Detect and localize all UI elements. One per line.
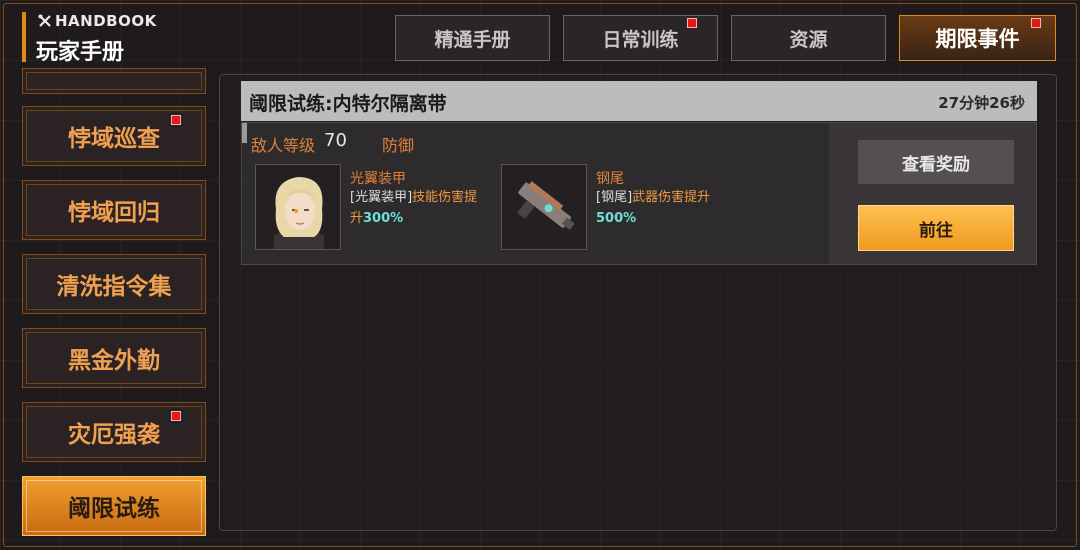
page-title: 玩家手册	[36, 40, 125, 65]
tab-label: 精通手册	[434, 28, 511, 51]
notification-badge	[1031, 18, 1041, 28]
notification-badge	[687, 18, 697, 28]
sidebar-item-black-gold-field[interactable]: 黑金外勤	[22, 328, 206, 388]
tab-mastery-handbook[interactable]: 精通手册	[395, 15, 550, 61]
reward-description: [钢尾]武器伤害提升 500%	[596, 187, 746, 229]
notification-badge	[171, 115, 181, 125]
tab-limited-events[interactable]: 期限事件	[899, 15, 1056, 61]
event-timer: 27分钟26秒	[938, 94, 1025, 112]
sidebar-item-label: 清洗指令集	[56, 274, 172, 300]
event-type: 防御	[382, 136, 415, 155]
sidebar-item-calamity-assault[interactable]: 灾厄强袭	[22, 402, 206, 462]
reward-tag: [光翼装甲]	[350, 190, 413, 205]
tab-resources[interactable]: 资源	[731, 15, 886, 61]
notification-badge	[171, 411, 181, 421]
enemy-level-value: 70	[324, 130, 347, 151]
event-title: 阈限试练:内特尔隔离带	[249, 93, 447, 115]
sidebar-item-label: 阈限试练	[68, 496, 160, 522]
reward-name: 钢尾	[596, 171, 624, 187]
reward-name: 光翼装甲	[350, 171, 406, 187]
reward-portrait-character[interactable]	[255, 164, 341, 250]
reward-description: [光翼装甲]技能伤害提升300%	[350, 187, 490, 229]
brand-subtitle: HANDBOOK	[55, 12, 157, 30]
event-header: 阈限试练:内特尔隔离带 27分钟26秒	[241, 81, 1037, 121]
sidebar-item-anomaly-patrol[interactable]: 悖域巡查	[22, 106, 206, 166]
tab-label: 期限事件	[935, 27, 1020, 51]
sidebar-item-threshold-trial[interactable]: 阈限试练	[22, 476, 206, 536]
go-button[interactable]: 前往	[858, 205, 1014, 251]
reward-effect: 武器伤害提升	[632, 190, 711, 205]
reward-tag: [钢尾]	[596, 190, 633, 205]
sidebar-item-label: 悖域回归	[68, 200, 160, 226]
sidebar-item-partial[interactable]	[22, 68, 206, 94]
brand-subtitle-row: HANDBOOK	[38, 12, 157, 30]
tab-label: 资源	[789, 28, 828, 51]
sidebar-item-label: 灾厄强袭	[68, 422, 160, 448]
tab-label: 日常训练	[602, 28, 679, 51]
enemy-level-label: 敌人等级	[251, 136, 316, 155]
reward-percent: 300%	[363, 211, 404, 226]
reward-portrait-weapon[interactable]	[501, 164, 587, 250]
sidebar-item-purge-commands[interactable]: 清洗指令集	[22, 254, 206, 314]
view-rewards-button[interactable]: 查看奖励	[858, 140, 1014, 184]
sidebar-item-label: 黑金外勤	[68, 348, 160, 374]
reward-percent: 500%	[596, 211, 637, 226]
sidebar-item-label: 悖域巡查	[68, 126, 160, 152]
weapon-icon	[502, 165, 586, 249]
tab-daily-training[interactable]: 日常训练	[563, 15, 718, 61]
brand-accent-bar	[22, 12, 26, 62]
crossed-tools-icon	[38, 14, 51, 27]
sidebar-item-anomaly-return[interactable]: 悖域回归	[22, 180, 206, 240]
character-portrait-icon	[256, 165, 340, 249]
